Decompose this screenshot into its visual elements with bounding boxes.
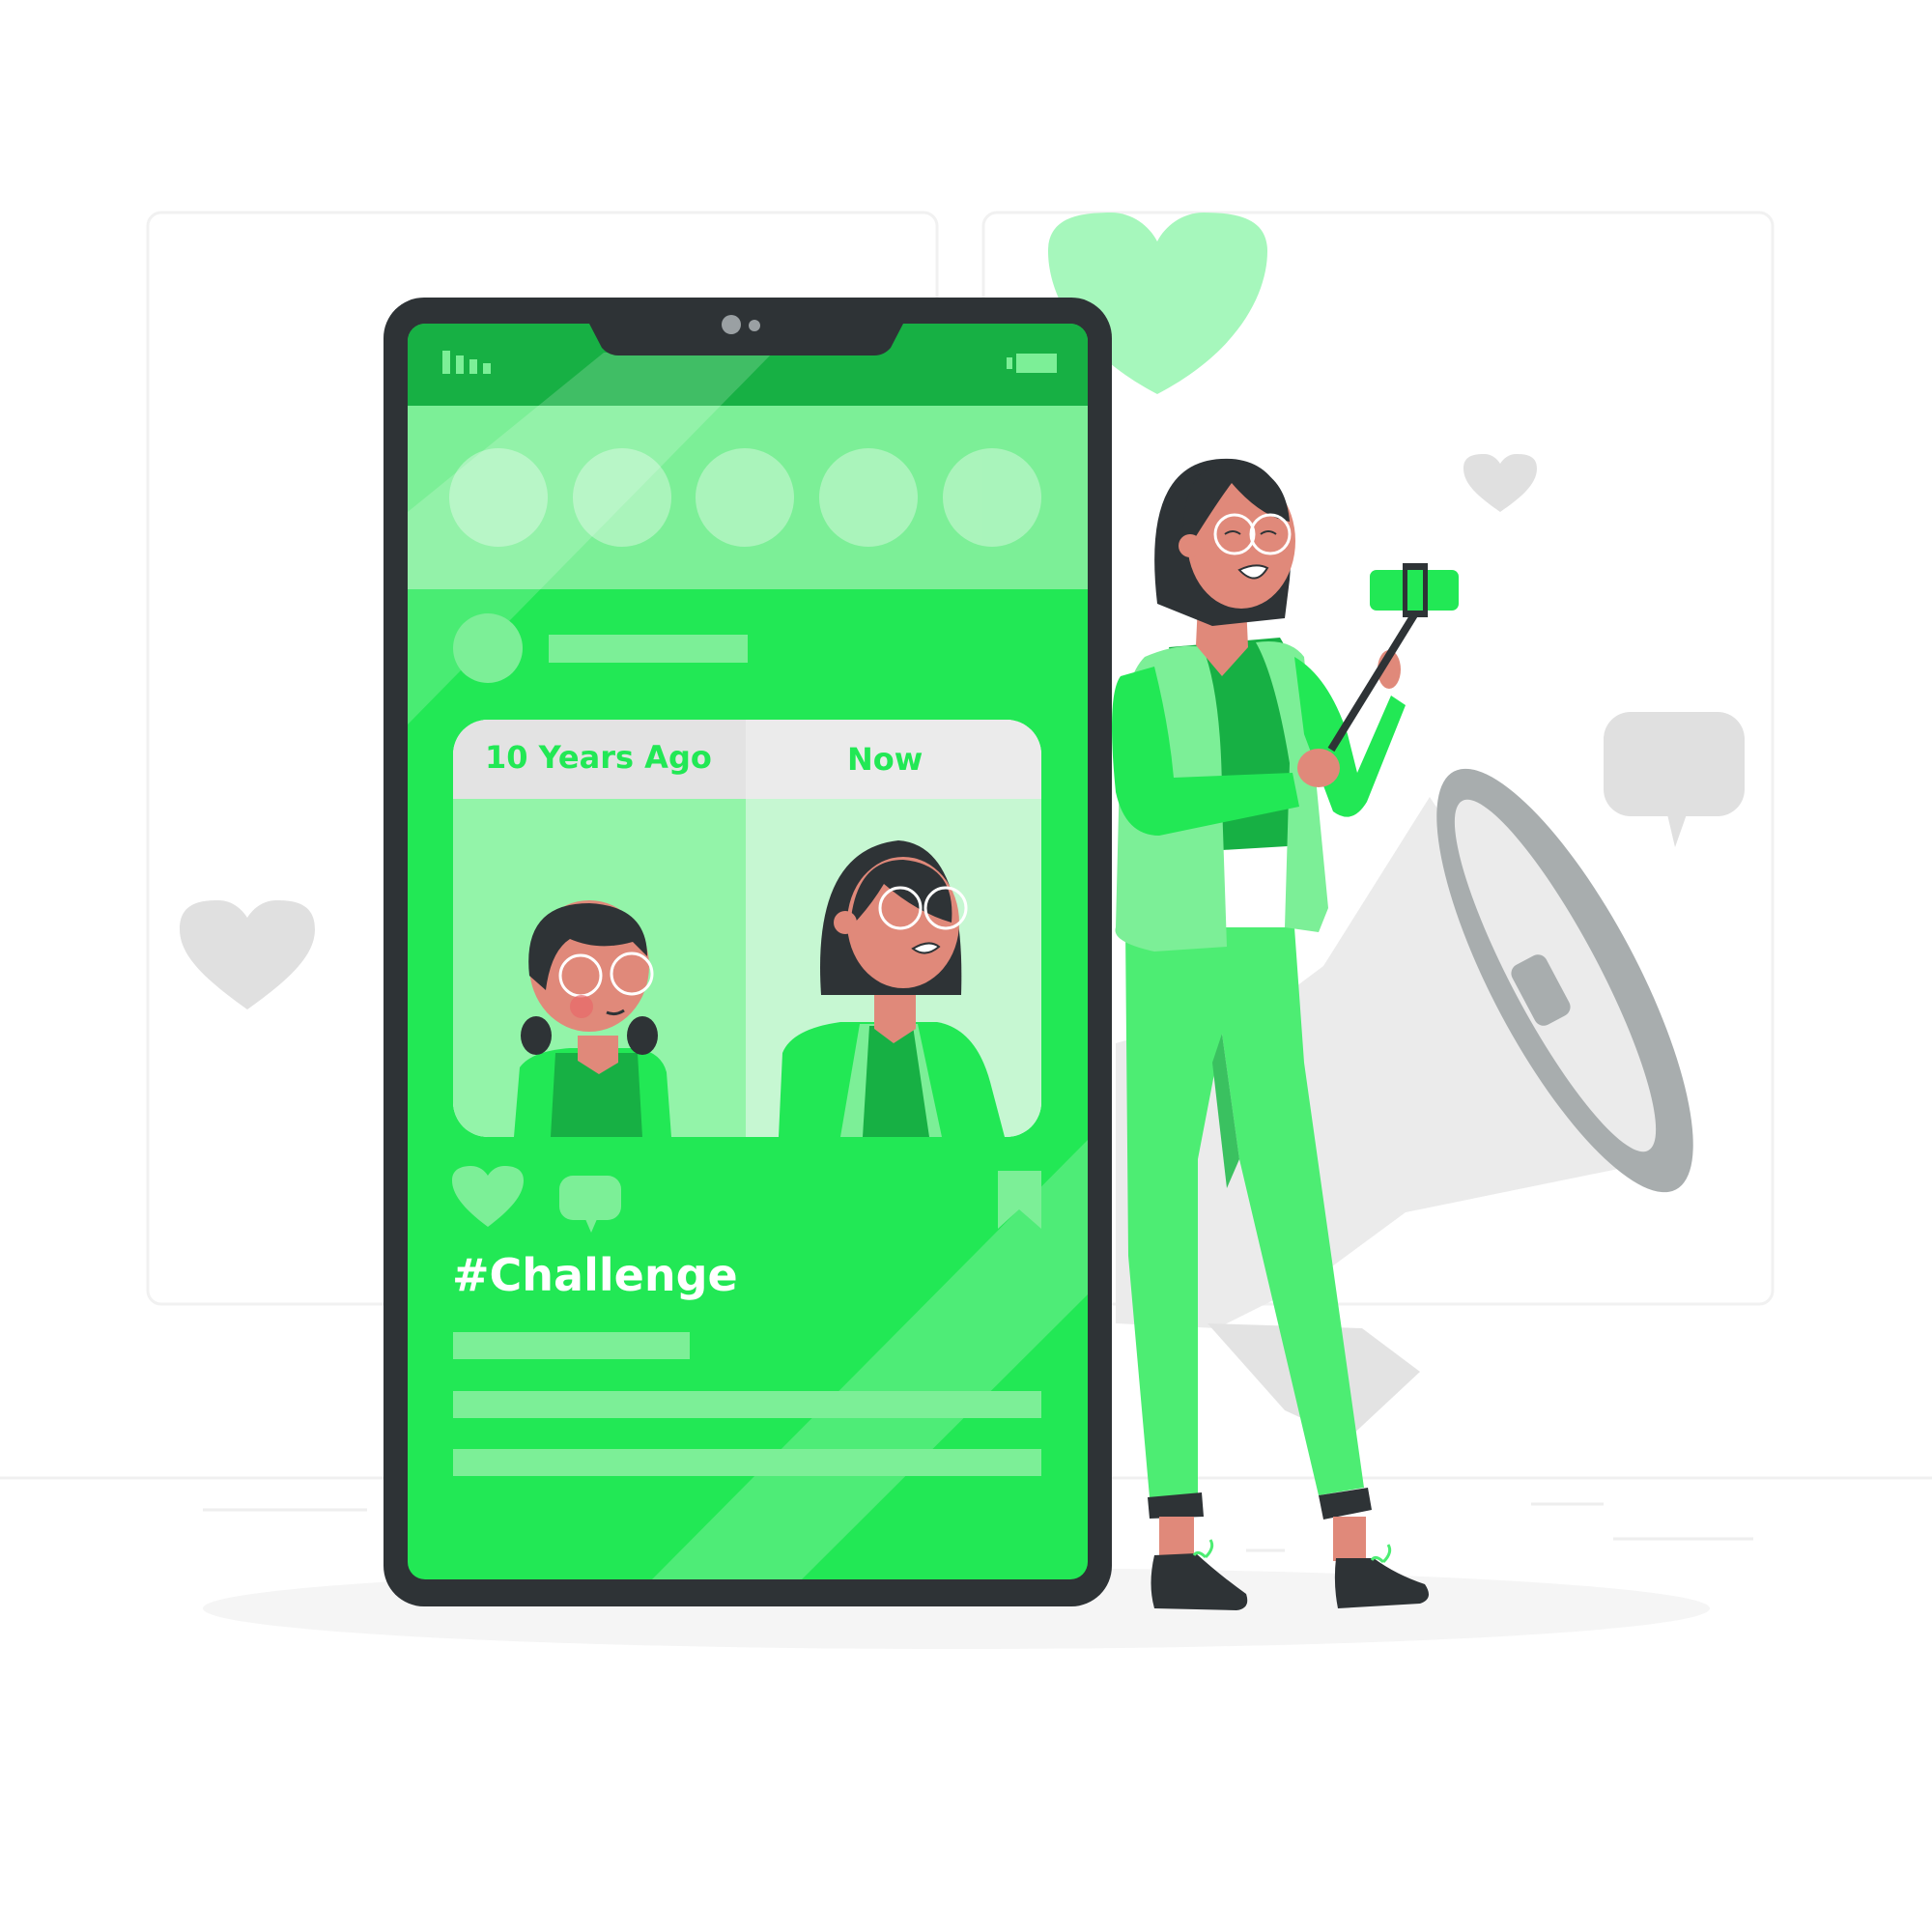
post-photo-card: 10 Years Ago Now bbox=[453, 720, 1041, 1137]
smartphone: 10 Years Ago Now #Challenge bbox=[384, 298, 1112, 1606]
post-author-avatar[interactable] bbox=[453, 613, 523, 683]
caption-line bbox=[453, 1332, 690, 1359]
front-camera-icon bbox=[722, 315, 741, 334]
label-before: 10 Years Ago bbox=[485, 739, 712, 776]
caption-line bbox=[453, 1391, 1041, 1418]
story-avatar[interactable] bbox=[819, 448, 918, 547]
story-avatar[interactable] bbox=[696, 448, 794, 547]
story-avatar[interactable] bbox=[449, 448, 548, 547]
illustration-scene: 10 Years Ago Now #Challenge bbox=[0, 211, 1932, 1649]
label-after: Now bbox=[847, 741, 923, 778]
phone-notch bbox=[589, 324, 903, 355]
post-hashtag: #Challenge bbox=[452, 1249, 738, 1301]
story-avatar[interactable] bbox=[943, 448, 1041, 547]
story-avatar[interactable] bbox=[573, 448, 671, 547]
caption-line bbox=[453, 1449, 1041, 1476]
post-author-name bbox=[549, 635, 748, 663]
